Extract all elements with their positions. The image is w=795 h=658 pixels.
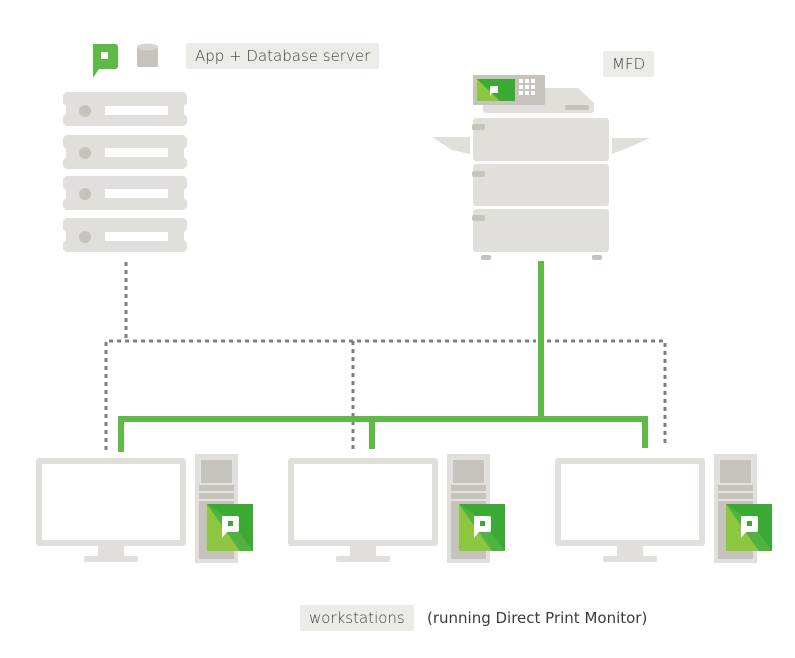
server-label: App + Database server [186, 43, 380, 69]
mfd-keypad-icon [519, 79, 535, 95]
database-icon [137, 43, 158, 67]
monitor-icon [288, 458, 438, 562]
mfd-printer [432, 75, 650, 260]
network-lines [118, 261, 648, 452]
workstations-note: (running Direct Print Monitor) [427, 609, 648, 627]
papercut-client-icon [207, 504, 253, 551]
workstation [555, 454, 772, 563]
network-diagram [36, 43, 772, 563]
papercut-logo-icon [93, 44, 118, 78]
workstation [36, 454, 253, 563]
workstation [288, 454, 505, 563]
monitor-icon [555, 458, 705, 562]
mfd-screen [477, 79, 515, 101]
server-rack [63, 92, 187, 252]
papercut-client-icon [726, 504, 772, 551]
app-database-server [63, 92, 187, 252]
monitor-icon [36, 458, 186, 562]
papercut-client-icon [459, 504, 505, 551]
workstations-label: workstations [300, 605, 414, 631]
mfd-label: MFD [603, 51, 655, 77]
